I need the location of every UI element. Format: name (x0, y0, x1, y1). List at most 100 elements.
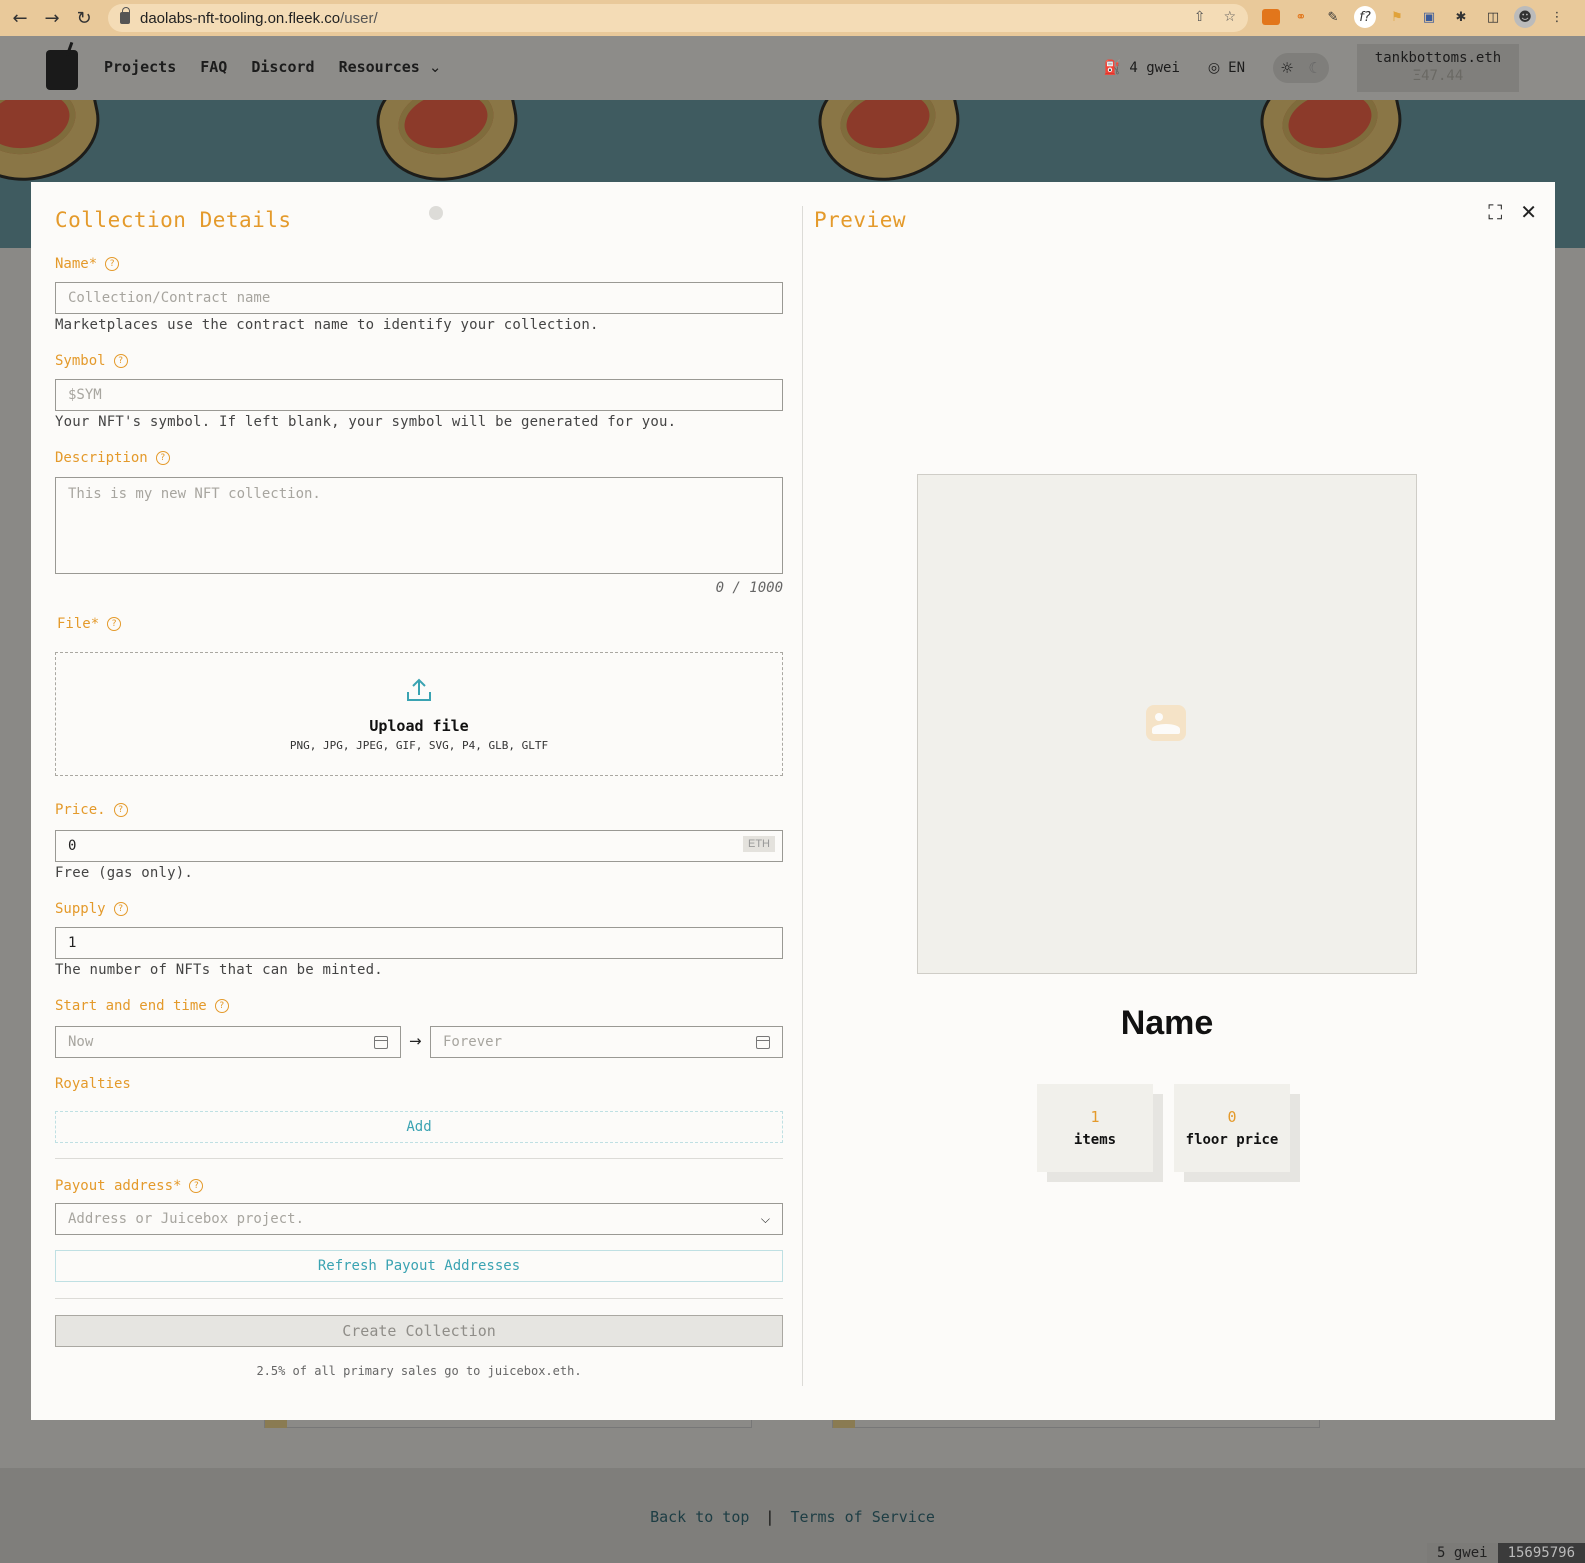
close-icon[interactable]: ✕ (1520, 200, 1537, 224)
floor-price-value: 0 (1227, 1108, 1237, 1126)
puzzle-extensions-icon[interactable]: ✱ (1450, 6, 1472, 28)
end-date-picker[interactable]: Forever (430, 1026, 783, 1058)
column-divider (802, 206, 803, 1386)
url-host: daolabs-nft-tooling.on.fleek.co (140, 9, 341, 27)
bookmark-star-icon[interactable]: ☆ (1223, 9, 1236, 25)
price-field: ETH (55, 830, 783, 862)
description-counter: 0 / 1000 (715, 580, 783, 596)
help-icon[interactable]: ? (189, 1179, 204, 1193)
reload-icon[interactable]: ↻ (68, 0, 100, 36)
language-code: EN (1228, 60, 1245, 76)
symbol-label-text: Symbol (55, 353, 106, 369)
file-upload-dropzone[interactable]: Upload file PNG, JPG, JPEG, GIF, SVG, P4… (55, 652, 783, 776)
lock-icon (120, 7, 130, 24)
nav-faq[interactable]: FAQ (200, 58, 227, 76)
supply-input[interactable] (55, 927, 783, 959)
symbol-label: Symbol ? (55, 353, 128, 369)
supply-label-text: Supply (55, 901, 106, 917)
language-selector[interactable]: ◎ EN (1208, 60, 1245, 76)
help-icon[interactable]: ? (113, 803, 128, 817)
footer: Back to top | Terms of Service 5 gwei 1569… (0, 1468, 1585, 1563)
time-label-text: Start and end time (55, 998, 207, 1014)
back-to-top-link[interactable]: Back to top (650, 1508, 749, 1526)
chevron-down-icon: ⌄ (428, 58, 442, 76)
wallet-button[interactable]: tankbottoms.eth Ξ47.44 (1357, 44, 1519, 92)
moon-icon[interactable]: ☾ (1308, 59, 1321, 77)
juicebox-logo[interactable] (46, 50, 78, 90)
name-label-text: Name* (55, 256, 98, 272)
profile-avatar-icon[interactable]: ☻ (1514, 6, 1536, 28)
theme-toggle[interactable]: ☼ ☾ (1273, 53, 1329, 83)
price-input[interactable] (55, 830, 783, 862)
help-icon[interactable]: ? (113, 354, 128, 368)
create-collection-button[interactable]: Create Collection (55, 1315, 783, 1347)
preview-name: Name (1120, 1004, 1214, 1042)
wallet-name: tankbottoms.eth (1374, 50, 1502, 66)
extension-icon[interactable]: ⚭ (1290, 6, 1312, 28)
start-date-placeholder: Now (68, 1034, 94, 1050)
time-label: Start and end time ? (55, 998, 229, 1014)
symbol-input[interactable] (55, 379, 783, 411)
royalties-label: Royalties (55, 1076, 131, 1092)
floor-price-label: floor price (1185, 1132, 1279, 1148)
browser-toolbar: ← → ↻ daolabs-nft-tooling.on.fleek.co/us… (0, 0, 1585, 36)
extension-icon[interactable]: ⚑ (1386, 6, 1408, 28)
preview-image-placeholder (917, 474, 1417, 974)
help-icon[interactable]: ? (105, 257, 120, 271)
expand-icon[interactable]: ⛶ (1488, 200, 1502, 224)
description-textarea[interactable] (55, 477, 783, 574)
main-nav: Projects FAQ Discord Resources ⌄ (104, 58, 441, 76)
payout-address-select[interactable]: Address or Juicebox project. ⌵ (55, 1203, 783, 1235)
metamask-extension-icon[interactable] (1262, 9, 1280, 25)
forward-icon[interactable]: → (36, 0, 68, 36)
arrow-right-icon: → (409, 1032, 422, 1050)
payout-label-text: Payout address* (55, 1178, 182, 1194)
name-label: Name* ? (55, 256, 120, 272)
eyedropper-extension-icon[interactable]: ✎ (1322, 6, 1344, 28)
url-path: /user/ (340, 9, 378, 27)
menu-kebab-icon[interactable]: ⋮ (1546, 6, 1568, 28)
name-input[interactable] (55, 282, 783, 314)
items-stat-card: 1 items (1037, 1084, 1163, 1182)
section-divider (55, 1298, 783, 1299)
description-label-text: Description (55, 450, 148, 466)
file-label-text: File* (57, 616, 100, 632)
share-icon[interactable]: ⇧ (1194, 9, 1206, 25)
items-label: items (1073, 1132, 1117, 1148)
image-icon (1146, 705, 1186, 741)
price-unit-badge: ETH (743, 836, 775, 852)
payout-placeholder: Address or Juicebox project. (68, 1211, 305, 1227)
nav-discord[interactable]: Discord (251, 58, 314, 76)
help-icon[interactable]: ? (113, 902, 128, 916)
nav-resources-label: Resources (338, 58, 420, 76)
drag-handle[interactable] (429, 206, 443, 220)
status-gas: 5 gwei (1426, 1543, 1498, 1563)
payout-label: Payout address* ? (55, 1178, 204, 1194)
floor-price-stat-card: 0 floor price (1174, 1084, 1300, 1182)
nav-projects[interactable]: Projects (104, 58, 176, 76)
upload-title: Upload file (369, 717, 469, 735)
font-extension-icon[interactable]: f? (1354, 6, 1376, 28)
gas-pump-icon: ⛽ (1103, 60, 1122, 76)
symbol-hint: Your NFT's symbol. If left blank, your s… (55, 414, 677, 430)
price-label: Price. ? (55, 802, 128, 818)
refresh-payout-addresses-button[interactable]: Refresh Payout Addresses (55, 1250, 783, 1282)
start-date-picker[interactable]: Now (55, 1026, 401, 1058)
add-royalty-button[interactable]: Add (55, 1111, 783, 1143)
help-icon[interactable]: ? (107, 617, 122, 631)
upload-icon (405, 677, 433, 703)
sun-icon[interactable]: ☼ (1280, 59, 1293, 77)
nav-resources[interactable]: Resources ⌄ (339, 58, 442, 76)
sidebar-icon[interactable]: ◫ (1482, 6, 1504, 28)
screen-extension-icon[interactable]: ▣ (1418, 6, 1440, 28)
terms-of-service-link[interactable]: Terms of Service (790, 1508, 935, 1526)
help-icon[interactable]: ? (155, 451, 170, 465)
description-label: Description ? (55, 450, 170, 466)
gas-indicator: ⛽ 4 gwei (1104, 60, 1180, 76)
file-label: File* ? (57, 616, 122, 632)
section-divider (55, 1158, 783, 1159)
supply-label: Supply ? (55, 901, 128, 917)
back-icon[interactable]: ← (4, 0, 36, 36)
help-icon[interactable]: ? (214, 999, 229, 1013)
address-bar[interactable]: daolabs-nft-tooling.on.fleek.co/user/ ⇧ … (108, 4, 1248, 32)
